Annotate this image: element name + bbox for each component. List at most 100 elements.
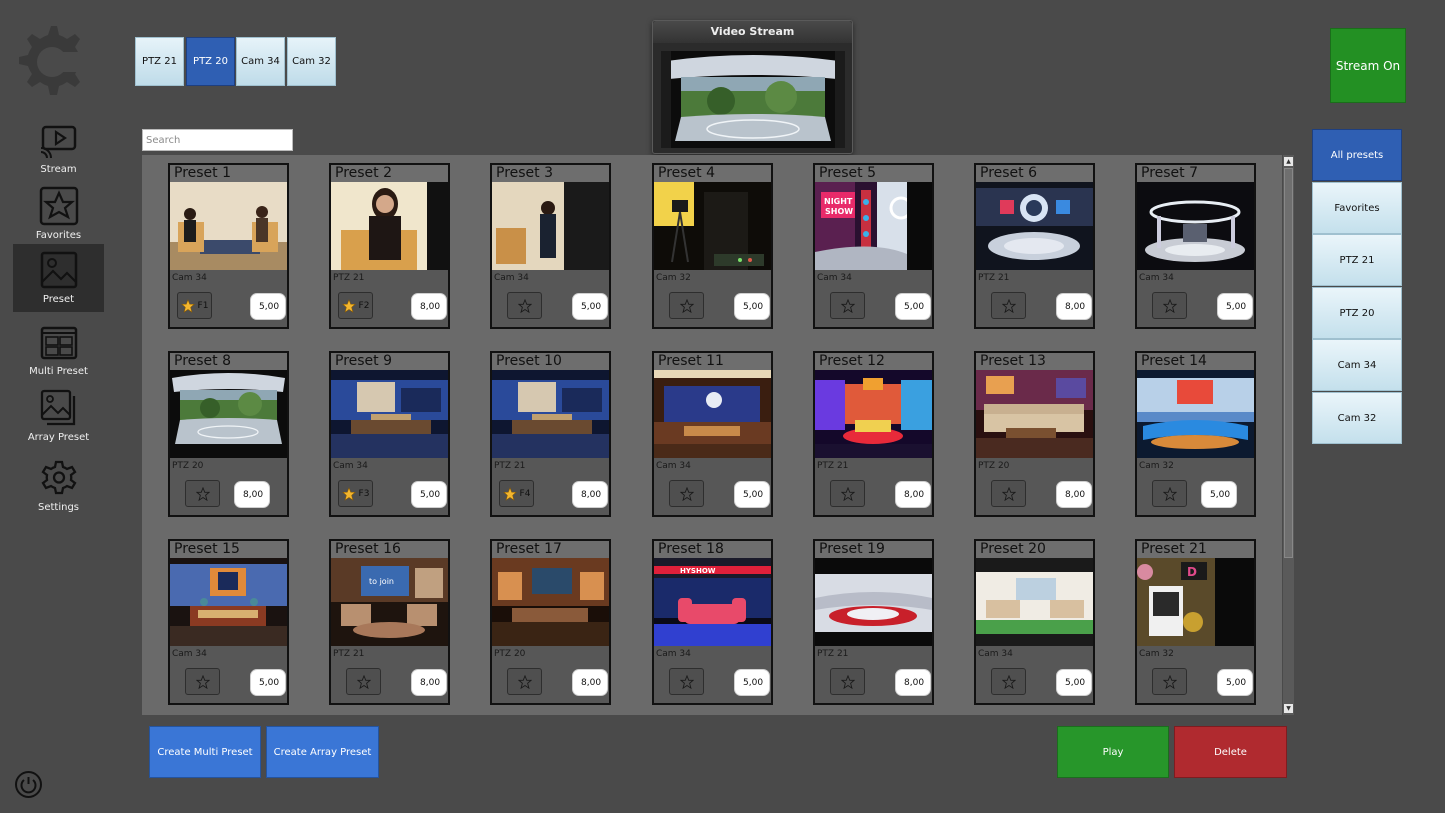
duration-field[interactable]: 5,00 [1056, 669, 1092, 696]
favorite-toggle-button[interactable] [185, 480, 220, 507]
favorite-toggle-button[interactable]: F1 [177, 292, 212, 319]
filter-favorites[interactable]: Favorites [1312, 182, 1402, 234]
preset-thumbnail[interactable]: HYSHOW [654, 558, 771, 646]
favorite-toggle-button[interactable]: F3 [338, 480, 373, 507]
duration-field[interactable]: 5,00 [734, 669, 770, 696]
power-button[interactable] [15, 771, 42, 798]
scroll-down-arrow[interactable]: ▼ [1284, 704, 1293, 713]
duration-field[interactable]: 8,00 [1056, 293, 1092, 320]
grid-scrollbar[interactable]: ▲ ▼ [1283, 155, 1294, 715]
preset-thumbnail[interactable] [815, 558, 932, 646]
duration-field[interactable]: 5,00 [250, 669, 286, 696]
camera-tab-cam32[interactable]: Cam 32 [287, 37, 336, 86]
favorite-toggle-button[interactable] [185, 668, 220, 695]
preset-card[interactable]: Preset 10 PTZ 21 F4 8,00 [490, 351, 611, 517]
scroll-up-arrow[interactable]: ▲ [1284, 157, 1293, 166]
play-button[interactable]: Play [1057, 726, 1169, 778]
duration-field[interactable]: 8,00 [895, 669, 931, 696]
duration-field[interactable]: 5,00 [734, 293, 770, 320]
preset-thumbnail[interactable] [492, 558, 609, 646]
preset-card[interactable]: Preset 19 PTZ 21 8,00 [813, 539, 934, 705]
preset-card[interactable]: Preset 11 Cam 34 5,00 [652, 351, 773, 517]
preset-card[interactable]: Preset 13 PTZ 20 8,00 [974, 351, 1095, 517]
preset-thumbnail[interactable] [1137, 370, 1254, 458]
preset-card[interactable]: Preset 2 PTZ 21 F2 8,00 [329, 163, 450, 329]
preset-card[interactable]: Preset 7 Cam 34 5,00 [1135, 163, 1256, 329]
sidebar-item-preset[interactable]: Preset [13, 244, 104, 312]
preset-card[interactable]: Preset 5 NIGHT SHOW Cam 34 5,00 [813, 163, 934, 329]
preset-card[interactable]: Preset 4 Cam 32 5,00 [652, 163, 773, 329]
camera-tab-cam34[interactable]: Cam 34 [236, 37, 285, 86]
delete-button[interactable]: Delete [1174, 726, 1287, 778]
favorite-toggle-button[interactable]: F4 [499, 480, 534, 507]
preset-thumbnail[interactable] [170, 558, 287, 646]
favorite-toggle-button[interactable] [830, 668, 865, 695]
preset-thumbnail[interactable] [492, 182, 609, 270]
favorite-toggle-button[interactable] [669, 292, 704, 319]
preset-thumbnail[interactable]: NIGHT SHOW [815, 182, 932, 270]
favorite-toggle-button[interactable] [830, 480, 865, 507]
favorite-toggle-button[interactable] [346, 668, 381, 695]
favorite-toggle-button[interactable]: F2 [338, 292, 373, 319]
preset-thumbnail[interactable] [331, 182, 448, 270]
filter-cam32[interactable]: Cam 32 [1312, 392, 1402, 444]
preset-thumbnail[interactable]: D [1137, 558, 1254, 646]
preset-thumbnail[interactable]: to join [331, 558, 448, 646]
preset-card[interactable]: Preset 14 Cam 32 5,00 [1135, 351, 1256, 517]
scroll-thumb[interactable] [1284, 168, 1293, 558]
preset-thumbnail[interactable] [654, 182, 771, 270]
duration-field[interactable]: 5,00 [734, 481, 770, 508]
preset-thumbnail[interactable] [654, 370, 771, 458]
filter-cam34[interactable]: Cam 34 [1312, 339, 1402, 391]
duration-field[interactable]: 8,00 [1056, 481, 1092, 508]
create-multi-preset-button[interactable]: Create Multi Preset [149, 726, 261, 778]
duration-field[interactable]: 5,00 [895, 293, 931, 320]
preset-card[interactable]: Preset 15 Cam 34 5,00 [168, 539, 289, 705]
preset-thumbnail[interactable] [331, 370, 448, 458]
sidebar-item-multi-preset[interactable]: Multi Preset [13, 316, 104, 384]
preset-card[interactable]: Preset 20 Cam 34 5,00 [974, 539, 1095, 705]
preset-thumbnail[interactable] [976, 370, 1093, 458]
preset-thumbnail[interactable] [170, 182, 287, 270]
sidebar-item-stream[interactable]: Stream [13, 114, 104, 182]
filter-ptz21[interactable]: PTZ 21 [1312, 234, 1402, 286]
duration-field[interactable]: 8,00 [572, 669, 608, 696]
duration-field[interactable]: 5,00 [1217, 669, 1253, 696]
preset-thumbnail[interactable] [1137, 182, 1254, 270]
favorite-toggle-button[interactable] [991, 668, 1026, 695]
camera-tab-ptz20[interactable]: PTZ 20 [186, 37, 235, 86]
preset-thumbnail[interactable] [976, 558, 1093, 646]
duration-field[interactable]: 5,00 [1201, 481, 1237, 508]
duration-field[interactable]: 8,00 [411, 293, 447, 320]
preset-card[interactable]: Preset 12 PTZ 21 8,00 [813, 351, 934, 517]
favorite-toggle-button[interactable] [507, 668, 542, 695]
create-array-preset-button[interactable]: Create Array Preset [266, 726, 379, 778]
favorite-toggle-button[interactable] [1152, 668, 1187, 695]
preset-card[interactable]: Preset 8 PTZ 20 8,00 [168, 351, 289, 517]
preset-card[interactable]: Preset 16 to join PTZ 21 8,00 [329, 539, 450, 705]
favorite-toggle-button[interactable] [507, 292, 542, 319]
preset-thumbnail[interactable] [815, 370, 932, 458]
duration-field[interactable]: 5,00 [411, 481, 447, 508]
favorite-toggle-button[interactable] [669, 480, 704, 507]
preset-thumbnail[interactable] [976, 182, 1093, 270]
search-input[interactable] [142, 129, 293, 151]
preset-card[interactable]: Preset 21 D Cam 32 5,00 [1135, 539, 1256, 705]
favorite-toggle-button[interactable] [991, 292, 1026, 319]
preset-card[interactable]: Preset 17 PTZ 20 8,00 [490, 539, 611, 705]
favorite-toggle-button[interactable] [669, 668, 704, 695]
camera-tab-ptz21[interactable]: PTZ 21 [135, 37, 184, 86]
duration-field[interactable]: 8,00 [895, 481, 931, 508]
preset-card[interactable]: Preset 18 HYSHOW Cam 34 5,00 [652, 539, 773, 705]
sidebar-item-array-preset[interactable]: Array Preset [13, 382, 104, 450]
favorite-toggle-button[interactable] [830, 292, 865, 319]
preset-card[interactable]: Preset 1 Cam 34 F1 5,00 [168, 163, 289, 329]
preset-thumbnail[interactable] [492, 370, 609, 458]
duration-field[interactable]: 5,00 [250, 293, 286, 320]
preset-card[interactable]: Preset 6 PTZ 21 8,00 [974, 163, 1095, 329]
preset-card[interactable]: Preset 9 Cam 34 F3 5,00 [329, 351, 450, 517]
filter-all-presets[interactable]: All presets [1312, 129, 1402, 181]
sidebar-item-favorites[interactable]: Favorites [13, 180, 104, 248]
favorite-toggle-button[interactable] [1152, 292, 1187, 319]
duration-field[interactable]: 8,00 [411, 669, 447, 696]
